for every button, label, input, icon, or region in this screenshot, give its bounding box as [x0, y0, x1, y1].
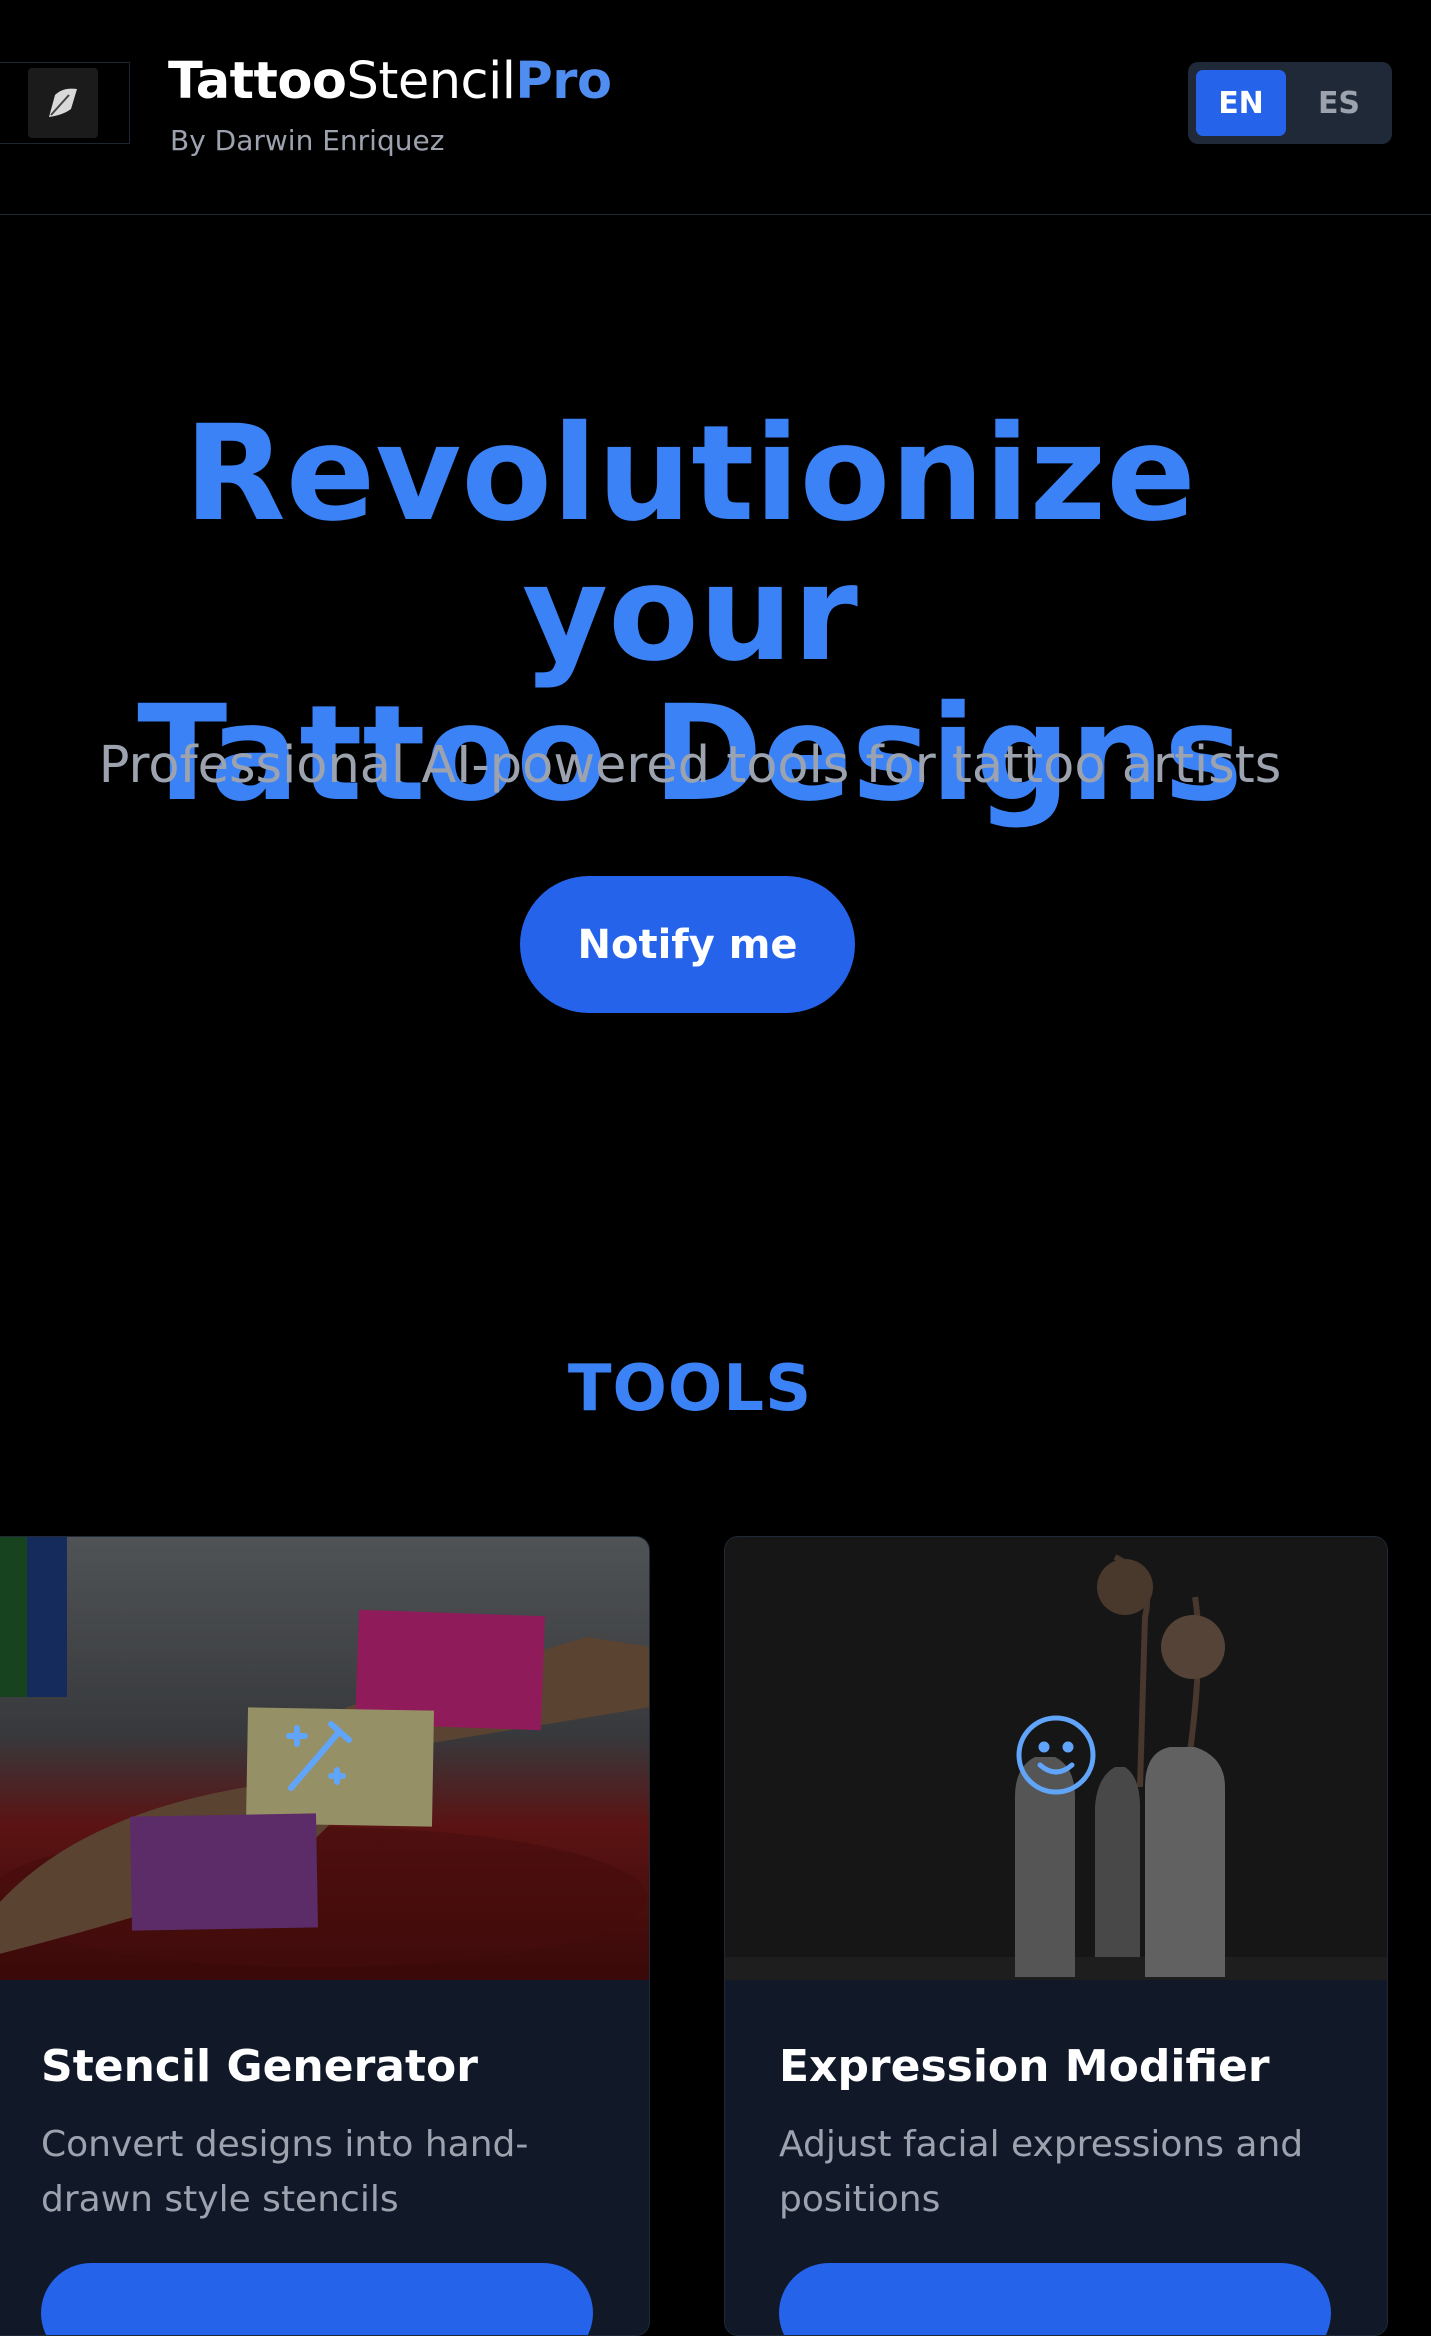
brand-name: TattooStencilPro — [168, 52, 612, 112]
tool-card-description: Adjust facial expressions and positions — [779, 2124, 1304, 2220]
tool-card-title: Stencil Generator — [41, 2041, 478, 2092]
hero-subtitle: Professional AI-powered tools for tattoo… — [98, 736, 1282, 795]
magic-wand-icon — [273, 1710, 363, 1804]
tool-card-description: Convert designs into hand-drawn style st… — [41, 2124, 529, 2220]
site-header: TattooStencilPro By Darwin Enriquez EN E… — [0, 0, 1431, 215]
tools-heading: TOOLS — [567, 1352, 813, 1426]
language-switcher: EN ES — [1188, 62, 1392, 144]
brand-byline: By Darwin Enriquez — [170, 124, 445, 157]
tool-card-button[interactable] — [779, 2263, 1331, 2335]
logo[interactable] — [0, 62, 130, 144]
notify-me-button[interactable]: Notify me — [520, 876, 855, 1013]
brand-part-stencil: Stencil — [346, 52, 516, 111]
feather-logo-icon — [27, 68, 98, 138]
tool-card-expression-modifier[interactable]: Expression Modifier Adjust facial expres… — [724, 1536, 1388, 2336]
tool-card-stencil-generator[interactable]: Stencil Generator Convert designs into h… — [0, 1536, 650, 2336]
language-en-button[interactable]: EN — [1196, 70, 1286, 136]
brand-part-pro: Pro — [515, 52, 612, 111]
brand-part-tattoo: Tattoo — [168, 52, 347, 111]
tool-card-image — [725, 1537, 1387, 1980]
tool-card-image — [0, 1537, 649, 1980]
hero-title-line1: Revolutionize your — [184, 397, 1196, 691]
tool-card-button[interactable] — [41, 2263, 593, 2335]
language-es-button[interactable]: ES — [1294, 70, 1384, 136]
smile-icon — [1014, 1713, 1098, 1801]
tool-card-title: Expression Modifier — [779, 2041, 1270, 2092]
